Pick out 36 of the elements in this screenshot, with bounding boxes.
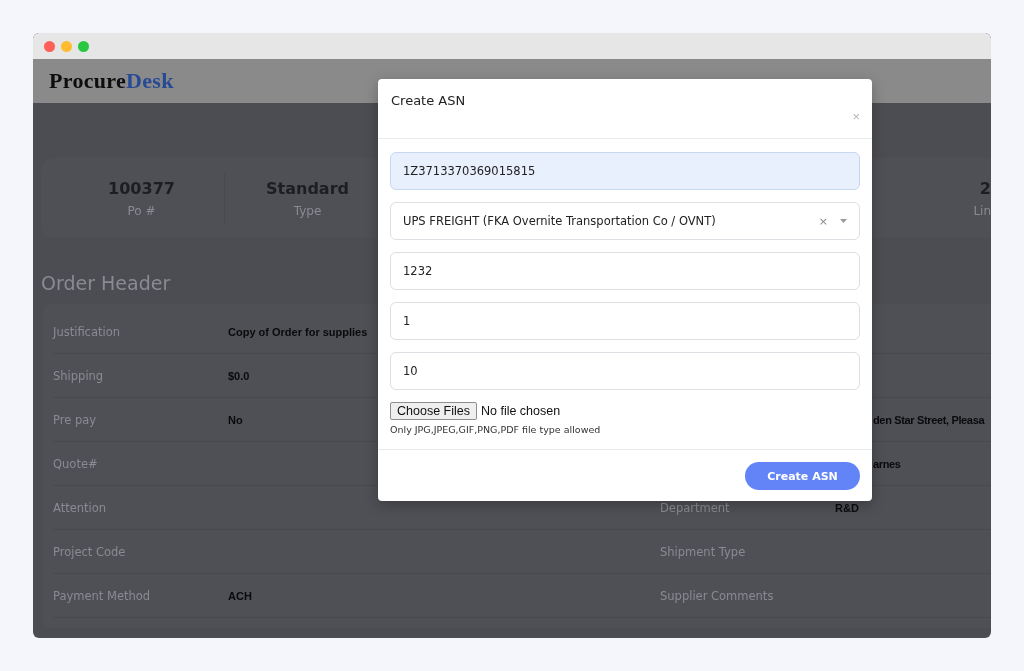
field-label: Payment Method (53, 588, 152, 603)
field-label: Quote# (53, 456, 99, 471)
carrier-select[interactable]: UPS FREIGHT (FKA Overnite Transportation Co / OVNT) × (390, 202, 860, 240)
input-field[interactable]: 1 (390, 302, 860, 340)
input-field[interactable]: 1232 (390, 252, 860, 290)
stat-label: Lin (973, 203, 991, 218)
field-value: Copy of Order for supplies (228, 325, 368, 338)
minimize-window-icon[interactable] (61, 40, 72, 52)
zoom-window-icon[interactable] (78, 40, 89, 52)
close-window-icon[interactable] (44, 40, 55, 52)
field-label: Department (660, 500, 731, 515)
field-value: $0.0 (228, 369, 250, 382)
field-value: den Star Street, Pleasa (873, 413, 985, 426)
field-value: arnes (873, 457, 901, 470)
input-field[interactable]: 1Z3713370369015815 (390, 152, 860, 190)
logo: ProcureDesk (49, 68, 174, 94)
dialog-title: Create ASN (391, 93, 467, 108)
field-label: Attention (53, 500, 108, 515)
input-field[interactable]: 10 (390, 352, 860, 390)
stat-label: Type (293, 203, 322, 218)
field-value: R&D (835, 501, 859, 514)
clear-button[interactable]: × (818, 214, 828, 228)
field-label: Pre pay (53, 412, 98, 427)
field-value: No (228, 413, 243, 426)
field-value: ACH (228, 589, 252, 602)
field-label: Justification (53, 324, 122, 339)
file-status: No file chosen (480, 404, 561, 418)
field-label: Shipping (53, 368, 105, 383)
field-label: Supplier Comments (660, 588, 775, 603)
field-label: Shipment Type (660, 544, 747, 559)
file-type-hint: Only JPG,JPEG,GIF,PNG,PDF file type allowed (390, 424, 602, 435)
field-label: Project Code (53, 544, 127, 559)
section-title: Order Header (41, 272, 172, 294)
choose-files-button[interactable]: Choose Files (390, 402, 477, 420)
caret-icon (840, 219, 847, 223)
stat-label: Po # (127, 203, 156, 218)
